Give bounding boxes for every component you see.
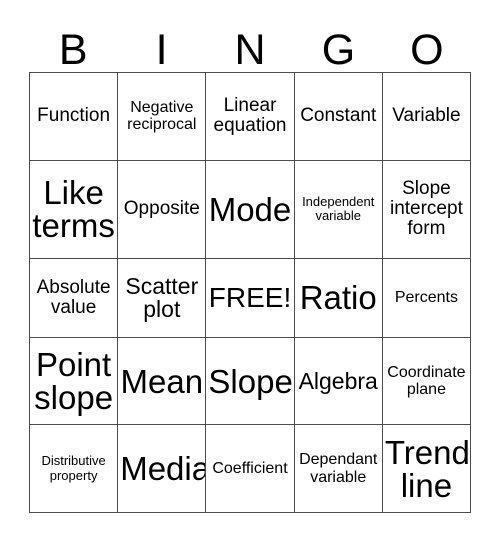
bingo-cell-label: Coordinate plane [387,364,466,399]
bingo-header-row: B I N G O [29,22,471,72]
bingo-cell-label: Algebra [298,367,378,394]
bingo-row: Point slope Mean Slope Algebra Coordinate… [30,338,472,426]
bingo-row: Absolute value Scatter plot FREE! Ratio Pe… [30,258,472,339]
bingo-cell-label: Distributive property [41,453,106,483]
bingo-row: Like terms Opposite Mode Independent varia… [30,160,472,259]
bingo-grid: Function Negative reciprocal Linear equati… [29,72,472,513]
bingo-cell[interactable]: Opposite [118,160,207,259]
bingo-cell-label: Percents [394,289,458,307]
bingo-header-letter-n: N [234,26,266,74]
bingo-header-letter-o: O [410,26,444,74]
bingo-cell-label: Opposite [123,198,200,220]
bingo-cell-label: Absolute value [36,277,111,318]
bingo-cell[interactable]: Distributive property [30,425,119,513]
bingo-cell[interactable]: Mean [118,338,207,426]
bingo-cell-label: Slope [208,362,293,400]
bingo-cell-label: Independent variable [302,193,375,224]
bingo-cell-label: Linear equation [213,95,287,137]
bingo-cell-label: Like terms [32,174,115,245]
bingo-row: Distributiveproperty Median Coefficient … [30,425,472,513]
bingo-cell-label: Negative reciprocal [127,99,197,134]
bingo-cell[interactable]: Dependant variable [294,425,383,513]
bingo-cell[interactable]: Trend line [382,425,472,513]
bingo-cell[interactable]: Coordinate plane [382,338,472,426]
bingo-cell[interactable]: Mode [206,160,295,259]
bingo-cell[interactable]: Percents [382,258,472,339]
bingo-cell-label: Scatter plot [125,272,199,322]
bingo-cell[interactable]: Like terms [30,160,119,259]
bingo-cell[interactable]: Median [118,425,207,513]
bingo-cell[interactable]: Point slope [30,338,119,426]
bingo-cell-label: Dependant variable [299,451,378,486]
bingo-cell[interactable]: Constant [294,73,383,161]
bingo-cell-label: Function [37,105,111,127]
bingo-cell[interactable]: Algebra [294,338,383,426]
bingo-cell[interactable]: Negative reciprocal [118,73,207,161]
bingo-cell-label: Mode [208,190,292,228]
bingo-cell-label: Trend line [384,433,470,504]
bingo-cell[interactable]: Slope intercept form [382,160,472,259]
bingo-header-letter-b: B [58,26,88,74]
bingo-cell[interactable]: Variable [382,73,472,161]
bingo-header-letter-i: I [155,26,168,74]
bingo-card: B I N G O Function Negative reciprocal Li… [0,0,500,544]
bingo-cell[interactable]: Independent variable [294,160,383,259]
bingo-cell-label: Point slope [34,346,114,417]
bingo-cell[interactable]: Scatter plot [118,258,207,339]
bingo-cell-label: Mean [120,362,204,400]
bingo-cell[interactable]: Slope [206,338,295,426]
bingo-cell[interactable]: Linear equation [206,73,295,161]
bingo-cell[interactable]: Ratio [294,258,383,339]
bingo-cell[interactable]: Coefficient [206,425,295,513]
bingo-row: Function Negative reciprocal Linear equati… [30,73,472,161]
bingo-cell-label: Variable [392,105,461,127]
bingo-cell-label: Slope intercept form [389,178,463,240]
bingo-cell-label: Median [120,450,205,488]
bingo-cell[interactable]: Absolute value [30,258,119,339]
bingo-cell-label: Ratio [299,279,377,317]
bingo-cell-label: Constant [300,105,377,127]
bingo-cell-label: FREE! [208,281,292,313]
bingo-header-letter-g: G [321,26,356,74]
bingo-cell-free[interactable]: FREE! [206,258,295,339]
bingo-cell[interactable]: Function [30,73,119,161]
bingo-cell-label: Coefficient [212,459,288,477]
